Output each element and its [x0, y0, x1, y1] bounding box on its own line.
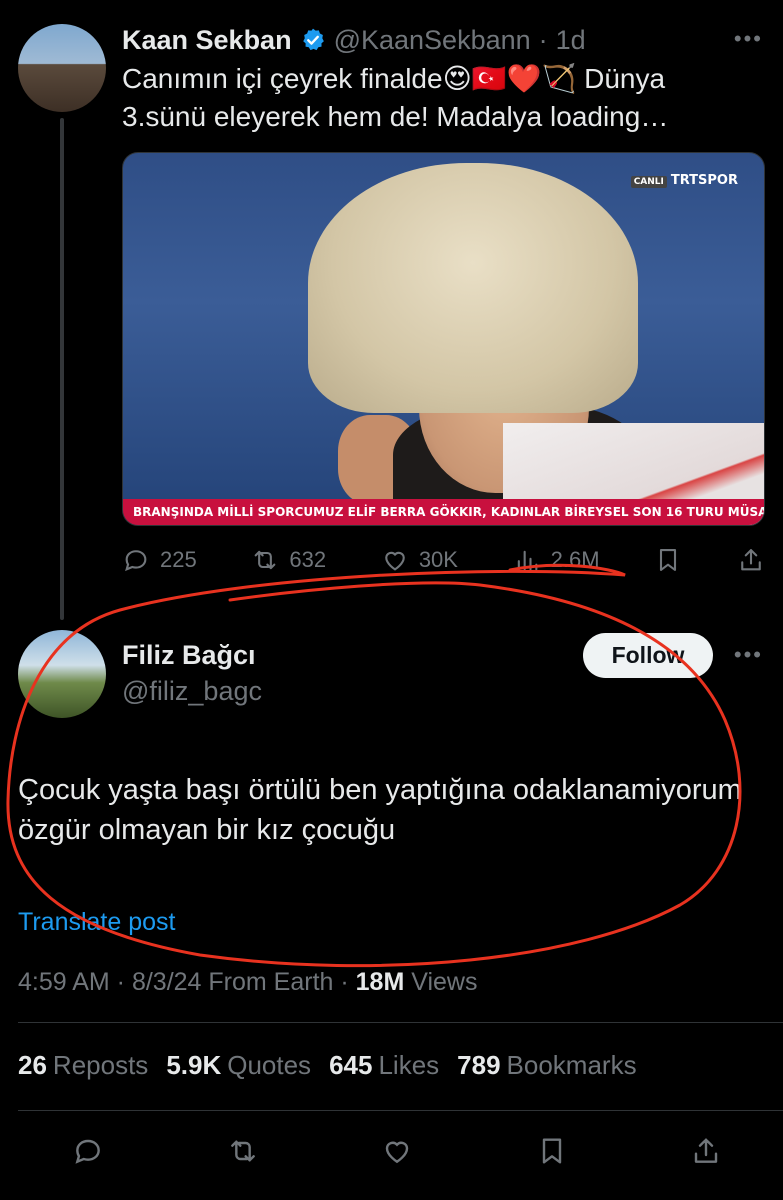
parent-tweet-media[interactable]: CANLI TRTSPOR BRANŞINDA MİLLİ SPORCUMUZ E…: [122, 152, 765, 526]
main-tweet-text: Çocuk yaşta başı örtülü ben yaptığına od…: [18, 774, 742, 846]
reply-icon: [125, 550, 147, 572]
parent-author-name[interactable]: Kaan Sekban: [122, 25, 292, 56]
follow-button[interactable]: Follow: [583, 633, 713, 678]
views-label: Views: [404, 968, 478, 996]
repost-icon: [255, 550, 276, 570]
main-author-handle[interactable]: @filiz_bagc: [122, 676, 262, 707]
parent-action-bar: 225 632 30K 2.6M: [122, 540, 765, 580]
main-more-icon[interactable]: •••: [734, 642, 763, 668]
like-icon: [385, 551, 405, 571]
parent-reply-button[interactable]: 225: [122, 546, 197, 574]
parent-separator: ·: [538, 24, 548, 55]
quotes-count: 5.9K: [166, 1050, 222, 1080]
bookmark-icon: [660, 549, 677, 571]
live-tag: CANLI: [630, 176, 667, 188]
views-icon: [517, 550, 538, 571]
news-ticker: BRANŞINDA MİLLİ SPORCUMUZ ELİF BERRA GÖK…: [123, 499, 764, 525]
translate-post-link[interactable]: Translate post: [18, 908, 175, 937]
parent-bookmark-button[interactable]: [654, 546, 682, 574]
like-icon[interactable]: [381, 1135, 413, 1167]
quotes-stat[interactable]: 5.9K Quotes: [166, 1050, 311, 1081]
media-hat-shape: [308, 163, 638, 413]
share-icon[interactable]: [690, 1135, 722, 1167]
parent-tweet-text: Canımın içi çeyrek finalde😍🇹🇷❤️🏹 Dünya 3…: [122, 63, 669, 132]
engagement-stats: 26 Reposts 5.9K Quotes 645 Likes 789 Bookmar…: [18, 1050, 637, 1081]
parent-like-button[interactable]: 30K: [381, 546, 458, 574]
parent-like-count: 30K: [418, 547, 458, 572]
bookmark-icon[interactable]: [536, 1135, 568, 1167]
likes-count: 645: [329, 1050, 373, 1080]
parent-tweet-time[interactable]: 1d: [556, 25, 586, 56]
likes-label: Likes: [378, 1050, 440, 1080]
tweet-timestamp[interactable]: 4:59 AM · 8/3/24 From Earth ·: [18, 968, 356, 996]
verified-badge-icon: [302, 28, 324, 51]
broadcaster-name: TRTSPOR: [670, 173, 738, 188]
reply-icon[interactable]: [72, 1135, 104, 1167]
broadcaster-logo: CANLI TRTSPOR: [630, 173, 738, 188]
main-author-name[interactable]: Filiz Bağcı: [122, 640, 256, 671]
divider-top: [18, 1022, 783, 1023]
parent-author-handle[interactable]: @KaanSekbann: [334, 25, 531, 56]
reposts-count: 26: [18, 1050, 47, 1080]
share-icon: [741, 549, 761, 571]
parent-more-icon[interactable]: •••: [734, 26, 763, 52]
quotes-label: Quotes: [227, 1050, 312, 1080]
views-count: 18M: [355, 968, 405, 996]
bookmarks-label: Bookmarks: [506, 1050, 637, 1080]
parent-repost-button[interactable]: 632: [251, 546, 326, 574]
bookmarks-stat[interactable]: 789 Bookmarks: [457, 1050, 636, 1081]
divider-bottom: [18, 1110, 783, 1111]
reposts-stat[interactable]: 26 Reposts: [18, 1050, 148, 1081]
repost-icon[interactable]: [227, 1135, 259, 1167]
parent-tweet-header: Kaan Sekban @KaanSekbann · 1d: [122, 22, 586, 58]
thread-connector-line: [60, 118, 64, 620]
parent-share-button[interactable]: [737, 546, 765, 574]
reposts-label: Reposts: [52, 1050, 149, 1080]
bookmarks-count: 789: [457, 1050, 501, 1080]
parent-views-count: 2.6M: [550, 547, 600, 572]
likes-stat[interactable]: 645 Likes: [329, 1050, 439, 1081]
main-action-bar: [72, 1128, 722, 1174]
parent-author-avatar[interactable]: [18, 24, 106, 112]
parent-repost-count: 632: [289, 547, 327, 572]
tweet-meta: 4:59 AM · 8/3/24 From Earth · 18M Views: [18, 968, 477, 997]
main-author-avatar[interactable]: [18, 630, 106, 718]
parent-reply-count: 225: [160, 547, 197, 572]
parent-views-button[interactable]: 2.6M: [513, 546, 600, 574]
